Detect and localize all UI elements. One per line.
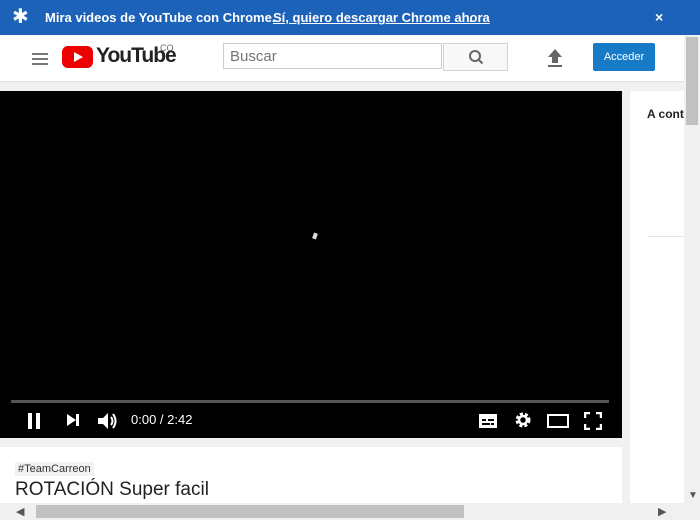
player-controls: 0:00 / 2:42 (0, 406, 622, 438)
volume-icon[interactable] (97, 411, 119, 431)
fullscreen-icon[interactable] (584, 412, 602, 430)
scroll-down-icon[interactable]: ▼ (688, 490, 698, 501)
country-code: CO (160, 43, 174, 53)
masthead: YouTube CO Acceder (0, 35, 684, 82)
autoplay-sidebar: A cont (630, 91, 684, 503)
progress-bar[interactable] (11, 400, 609, 403)
pause-icon[interactable] (26, 412, 42, 430)
scrollbar-corner (684, 503, 700, 520)
divider (647, 236, 684, 237)
scrollbar-thumb[interactable] (686, 37, 698, 125)
youtube-logo[interactable] (62, 46, 93, 68)
search-input[interactable] (223, 43, 442, 69)
vertical-scrollbar[interactable]: ▼ (684, 35, 700, 503)
menu-icon[interactable] (32, 53, 48, 65)
hashtag-link[interactable]: #TeamCarreon (15, 462, 94, 476)
horizontal-scrollbar[interactable]: ◀ ▶ (0, 503, 684, 520)
loading-spinner (312, 232, 318, 240)
time-display: 0:00 / 2:42 (131, 412, 193, 427)
chrome-promo-banner: ✱ Mira videos de YouTube con Chrome. Sí,… (0, 0, 700, 35)
next-icon[interactable] (66, 413, 80, 427)
scrollbar-thumb[interactable] (36, 505, 464, 518)
search-icon (469, 50, 484, 65)
search-button[interactable] (443, 43, 508, 71)
close-icon[interactable]: × (655, 9, 663, 25)
banner-period: . (469, 10, 473, 25)
theater-mode-icon[interactable] (547, 414, 569, 428)
video-title: ROTACIÓN Super facil (15, 479, 209, 500)
video-info: #TeamCarreon ROTACIÓN Super facil (0, 447, 622, 503)
star-icon: ✱ (12, 6, 29, 28)
sidebar-heading: A cont (647, 107, 684, 121)
banner-text: Mira videos de YouTube con Chrome. (45, 10, 276, 25)
video-player[interactable]: 0:00 / 2:42 (0, 91, 622, 438)
subtitles-icon[interactable] (479, 414, 497, 428)
upload-icon[interactable] (545, 47, 565, 69)
scroll-right-icon[interactable]: ▶ (658, 505, 666, 518)
gear-icon[interactable] (514, 411, 532, 429)
download-chrome-link[interactable]: Sí, quiero descargar Chrome ahora (273, 10, 490, 25)
signin-button[interactable]: Acceder (593, 43, 655, 71)
scroll-left-icon[interactable]: ◀ (16, 505, 24, 518)
